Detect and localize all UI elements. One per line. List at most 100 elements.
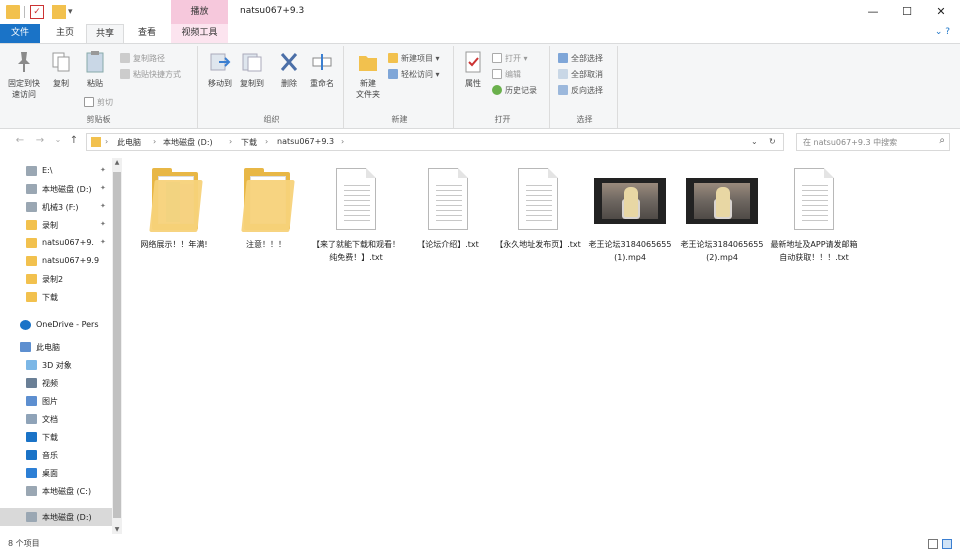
sidebar-item[interactable]: natsu067+9. ✦	[0, 234, 112, 252]
select-none-button[interactable]: 全部取消	[558, 68, 603, 82]
copy-path-icon	[120, 53, 130, 63]
sidebar-item[interactable]: 下载	[0, 428, 112, 446]
select-all-button[interactable]: 全部选择	[558, 52, 603, 66]
file-item[interactable]: 注意！！！	[220, 164, 312, 251]
new-folder-icon[interactable]	[52, 5, 66, 19]
scrollbar-thumb[interactable]	[113, 172, 121, 518]
sidebar-item[interactable]: 文档	[0, 410, 112, 428]
properties-icon[interactable]: ✓	[30, 5, 44, 19]
invert-selection-button[interactable]: 反向选择	[558, 84, 603, 98]
file-item[interactable]: 【来了就能下载和观看！纯免费！】.txt	[310, 164, 402, 264]
breadcrumb-this-pc[interactable]: 此电脑	[117, 137, 141, 148]
sidebar-item[interactable]: 机械3 (F:) ✦	[0, 198, 112, 216]
drive-icon	[26, 184, 37, 194]
sidebar-item[interactable]: 3D 对象	[0, 356, 112, 374]
sidebar-item[interactable]: 桌面	[0, 464, 112, 482]
tab-share[interactable]: 共享	[86, 24, 124, 43]
file-item[interactable]: 【永久地址发布页】.txt	[492, 164, 584, 251]
sidebar-item[interactable]: 本地磁盘 (D:)	[0, 508, 112, 526]
copy-to-button[interactable]: 复制到	[236, 50, 268, 89]
sidebar-item[interactable]: 视频	[0, 374, 112, 392]
folder-icon[interactable]	[6, 5, 20, 19]
scroll-down-arrow[interactable]: ▼	[112, 526, 122, 533]
sidebar-item[interactable]: 本地磁盘 (C:)	[0, 482, 112, 500]
folder-icon	[26, 238, 37, 248]
sidebar-item-label: 下载	[42, 293, 58, 302]
sidebar-item[interactable]: 音乐	[0, 446, 112, 464]
copy-button[interactable]: 复制	[46, 50, 76, 89]
rename-button[interactable]: 重命名	[306, 50, 338, 89]
edit-button[interactable]: 编辑	[492, 68, 521, 82]
easy-access-button[interactable]: 轻松访问 ▾	[388, 68, 440, 82]
history-button[interactable]: 历史记录	[492, 84, 537, 98]
maximize-button[interactable]: ☐	[894, 3, 920, 21]
scroll-up-arrow[interactable]: ▲	[112, 159, 122, 166]
forward-button[interactable]: →	[34, 135, 46, 146]
breadcrumb-drive-d[interactable]: 本地磁盘 (D:)	[163, 137, 213, 148]
help-icon[interactable]: ⌄ ?	[935, 27, 950, 37]
sidebar-item-label: 本地磁盘 (C:)	[42, 487, 92, 496]
sidebar-item[interactable]: natsu067+9.9	[0, 252, 112, 270]
file-item[interactable]: 【论坛介绍】.txt	[402, 164, 494, 251]
close-button[interactable]: ✕	[928, 3, 954, 21]
paste-button[interactable]: 粘贴	[80, 50, 110, 89]
file-list: 网络展示！！年满! 注意！！！ 【来了就能下载和观看！纯免费！】.txt 【论坛介绍】…	[124, 154, 960, 536]
cut-button[interactable]: 剪切	[84, 96, 113, 110]
tab-video-tools[interactable]: 视频工具	[171, 24, 228, 43]
drive-icon	[26, 202, 37, 212]
pin-quick-access-button[interactable]: 固定到快 速访问	[4, 50, 44, 100]
quick-access-dropdown[interactable]: ▾	[68, 5, 78, 19]
large-icons-view-icon[interactable]	[942, 539, 952, 549]
sidebar-item[interactable]: 录制2	[0, 270, 112, 288]
open-button[interactable]: 打开 ▾	[492, 52, 528, 66]
file-item[interactable]: 最新地址及APP请发邮箱自动获取！！！.txt	[768, 164, 860, 264]
address-bar[interactable]: › 此电脑 › 本地磁盘 (D:) › 下载 › natsu067+9.3 › …	[86, 133, 784, 151]
back-button[interactable]: ←	[14, 135, 26, 146]
new-item-button[interactable]: 新建项目 ▾	[388, 52, 440, 66]
file-item[interactable]: 老王论坛3184065655(2).mp4	[676, 164, 768, 264]
sidebar-item-label: E:\	[42, 166, 53, 175]
tab-view[interactable]: 查看	[128, 24, 166, 43]
sidebar-item-label: natsu067+9.9	[42, 256, 100, 265]
history-icon	[492, 85, 502, 95]
refresh-button[interactable]: ↻	[769, 137, 776, 146]
file-item[interactable]: 老王论坛3184065655(1).mp4	[584, 164, 676, 264]
folder-icon	[230, 164, 302, 234]
breadcrumb-current-folder[interactable]: natsu067+9.3	[277, 137, 334, 146]
pin-icon: ✦	[100, 184, 106, 192]
search-input[interactable]: 在 natsu067+9.3 中搜索 ⌕	[796, 133, 950, 151]
navigation-pane: E:\ ✦ 本地磁盘 (D:) ✦ 机械3 (F:) ✦ 录制 ✦ natsu067+9. ✦ na…	[0, 154, 122, 536]
pictures-icon	[26, 396, 37, 406]
details-view-icon[interactable]	[928, 539, 938, 549]
sidebar-item[interactable]: OneDrive - Pers	[0, 316, 112, 334]
breadcrumb-downloads[interactable]: 下载	[241, 137, 257, 148]
move-to-button[interactable]: 移动到	[204, 50, 236, 89]
paste-shortcut-button[interactable]: 粘贴快捷方式	[120, 68, 181, 82]
breadcrumb-separator: ›	[265, 137, 269, 146]
pin-label: 固定到快 速访问	[8, 79, 40, 99]
tab-file[interactable]: 文件	[0, 24, 40, 43]
sidebar-item[interactable]: E:\ ✦	[0, 162, 112, 180]
file-name: 最新地址及APP请发邮箱自动获取！！！.txt	[770, 240, 858, 262]
sidebar-item[interactable]: 此电脑	[0, 338, 112, 356]
properties-button[interactable]: 属性	[458, 50, 488, 89]
tab-home[interactable]: 主页	[46, 24, 84, 43]
recent-locations-button[interactable]: ⌄	[52, 135, 64, 144]
text-file-icon	[320, 164, 392, 234]
new-folder-button[interactable]: 新建 文件夹	[350, 50, 386, 100]
download-icon	[26, 432, 37, 442]
delete-button[interactable]: 删除	[276, 50, 302, 89]
address-dropdown[interactable]: ⌄	[751, 137, 758, 146]
sidebar-item[interactable]: 录制 ✦	[0, 216, 112, 234]
ribbon-tabs: 文件 主页 共享 查看 视频工具 ⌄ ?	[0, 24, 960, 43]
up-button[interactable]: ↑	[68, 135, 80, 146]
navigation-pane-scrollbar[interactable]: ▲ ▼	[112, 158, 122, 534]
file-item[interactable]: 网络展示！！年满!	[128, 164, 220, 251]
sidebar-item[interactable]: 图片	[0, 392, 112, 410]
new-item-icon	[388, 53, 398, 63]
minimize-button[interactable]: —	[860, 3, 886, 21]
sidebar-item[interactable]: 本地磁盘 (D:) ✦	[0, 180, 112, 198]
sidebar-item[interactable]: 下载	[0, 288, 112, 306]
copy-path-button[interactable]: 复制路径	[120, 52, 165, 66]
file-name: 【永久地址发布页】.txt	[495, 240, 581, 249]
